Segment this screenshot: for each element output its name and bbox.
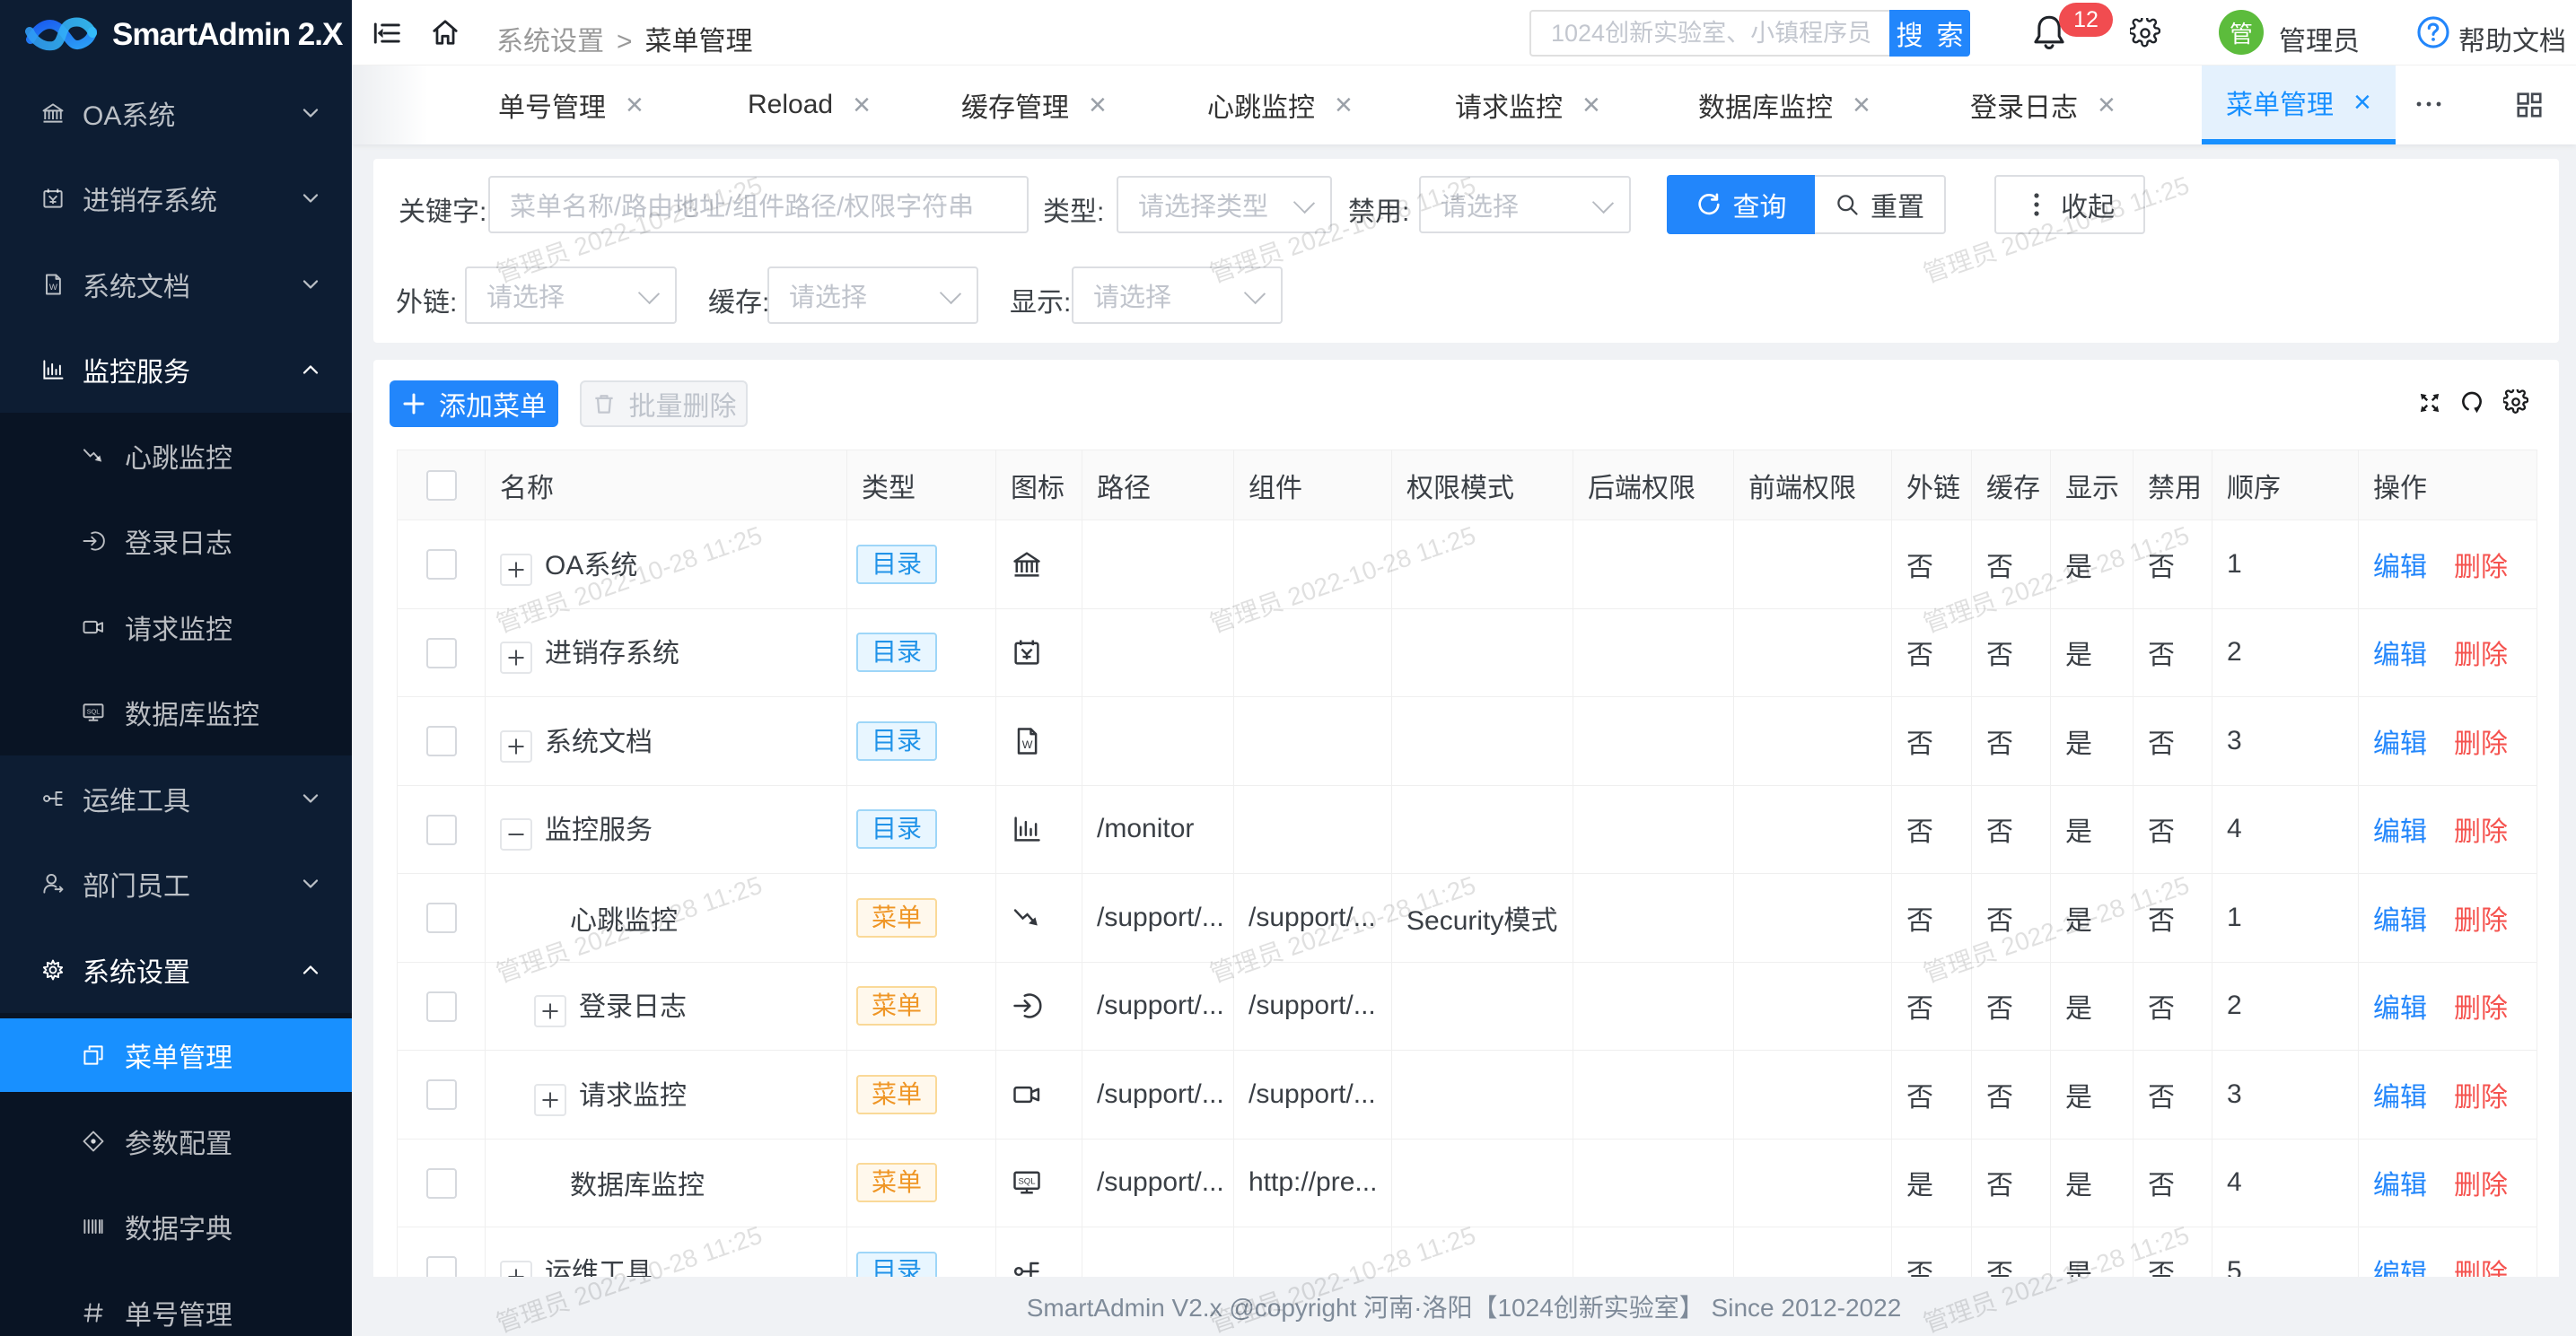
svg-text:W: W <box>49 283 58 293</box>
svg-text:W: W <box>1022 738 1033 751</box>
svg-text:SQL: SQL <box>1018 1177 1035 1187</box>
svg-text:SQL: SQL <box>87 708 101 716</box>
